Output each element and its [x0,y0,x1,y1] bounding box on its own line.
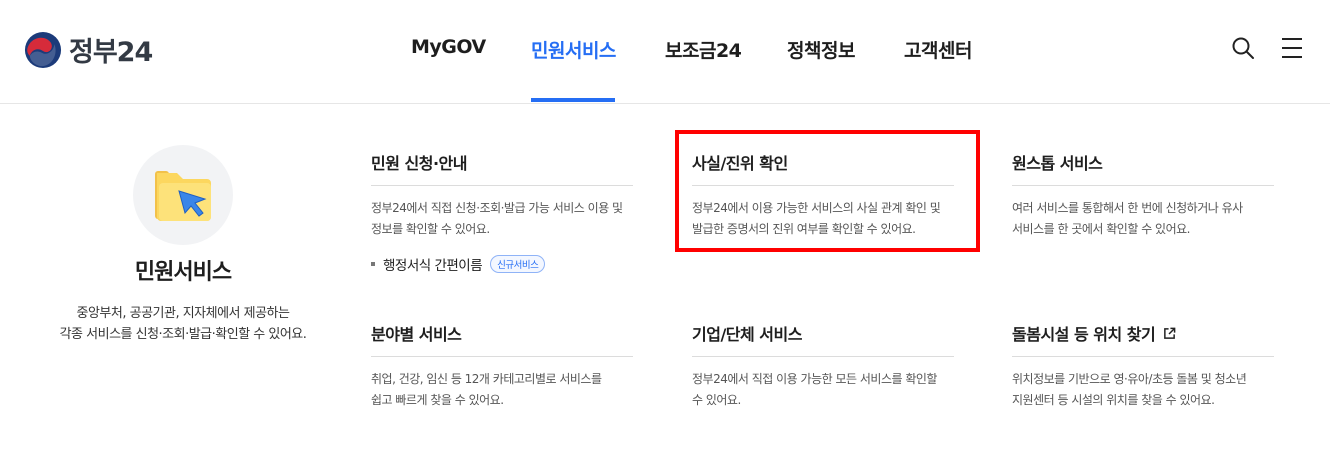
card-desc-line: 정보를 확인할 수 있어요. [371,222,490,236]
sub-item-label: 행정서식 간편이름 [383,258,483,274]
card-fact-verification: 사실/진위 확인 정부24에서 이용 가능한 서비스의 사실 관계 확인 및 발… [692,150,954,240]
card-desc-line: 발급한 증명서의 진위 여부를 확인할 수 있어요. [692,222,916,236]
card-desc-line: 정부24에서 직접 이용 가능한 모든 서비스를 확인할 [692,372,937,386]
card-title[interactable]: 민원 신청·안내 [371,150,633,186]
header: 정부24 MyGOV 민원서비스 보조금24 정책정보 고객센터 [0,0,1330,104]
nav-item-mygov[interactable]: MyGOV [411,36,486,58]
card-title[interactable]: 원스톱 서비스 [1012,150,1274,186]
card-desc-line: 지원센터 등 시설의 위치를 찾을 수 있어요. [1012,393,1215,407]
card-desc-line: 정부24에서 이용 가능한 서비스의 사실 관계 확인 및 [692,201,941,215]
nav-item-subsidy[interactable]: 보조금24 [665,36,742,63]
card-desc-line: 취업, 건강, 임신 등 12개 카테고리별로 서비스를 [371,372,602,386]
card-desc-line: 정부24에서 직접 신청·조회·발급 가능 서비스 이용 및 [371,201,623,215]
nav-item-civil-service[interactable]: 민원서비스 [531,36,616,63]
card-desc-line: 수 있어요. [692,393,741,407]
card-title[interactable]: 사실/진위 확인 [692,150,954,186]
folder-arrow-icon [155,171,211,221]
active-tab-indicator [531,98,615,102]
bullet-icon [371,262,375,266]
card-title-text: 기업/단체 서비스 [692,325,802,344]
card-description: 정부24에서 직접 신청·조회·발급 가능 서비스 이용 및 정보를 확인할 수… [371,198,633,240]
search-icon[interactable] [1231,36,1255,60]
card-description: 취업, 건강, 임신 등 12개 카테고리별로 서비스를 쉽고 빠르게 찾을 수… [371,369,633,411]
external-link-icon [1164,327,1176,339]
card-title[interactable]: 기업/단체 서비스 [692,321,954,357]
card-title-text: 돌봄시설 등 위치 찾기 [1012,325,1156,344]
card-description: 정부24에서 직접 이용 가능한 모든 서비스를 확인할 수 있어요. [692,369,954,411]
sub-item-form-simple-name[interactable]: 행정서식 간편이름 신규서비스 [371,254,633,274]
card-description: 위치정보를 기반으로 영·유아/초등 돌봄 및 청소년 지원센터 등 시설의 위… [1012,369,1274,411]
card-desc-line: 위치정보를 기반으로 영·유아/초등 돌봄 및 청소년 [1012,372,1247,386]
intro-title: 민원서비스 [134,260,232,285]
card-title-text: 분야별 서비스 [371,325,462,344]
nav-item-customer-center[interactable]: 고객센터 [904,36,972,63]
card-title-text: 사실/진위 확인 [692,154,788,173]
intro-illustration [133,145,233,245]
intro-desc-line: 중앙부처, 공공기관, 지자체에서 제공하는 [76,306,290,321]
card-desc-line: 서비스를 한 곳에서 확인할 수 있어요. [1012,222,1191,236]
card-title-text: 민원 신청·안내 [371,154,467,173]
intro-description: 중앙부처, 공공기관, 지자체에서 제공하는 각종 서비스를 신청·조회·발급·… [0,303,366,345]
menu-icon[interactable] [1280,36,1304,60]
main-nav: MyGOV 민원서비스 보조금24 정책정보 고객센터 [0,0,1330,104]
card-title-text: 원스톱 서비스 [1012,154,1103,173]
nav-item-policy[interactable]: 정책정보 [787,36,855,63]
new-service-badge: 신규서비스 [490,255,546,273]
card-business-service: 기업/단체 서비스 정부24에서 직접 이용 가능한 모든 서비스를 확인할 수… [692,321,954,411]
card-desc-line: 여러 서비스를 통합해서 한 번에 신청하거나 유사 [1012,201,1243,215]
card-category-service: 분야별 서비스 취업, 건강, 임신 등 12개 카테고리별로 서비스를 쉽고 … [371,321,633,411]
card-title[interactable]: 돌봄시설 등 위치 찾기 [1012,321,1274,357]
card-care-facility-locator: 돌봄시설 등 위치 찾기 위치정보를 기반으로 영·유아/초등 돌봄 및 청소년… [1012,321,1274,411]
card-onestop-service: 원스톱 서비스 여러 서비스를 통합해서 한 번에 신청하거나 유사 서비스를 … [1012,150,1274,240]
card-description: 정부24에서 이용 가능한 서비스의 사실 관계 확인 및 발급한 증명서의 진… [692,198,954,240]
card-title[interactable]: 분야별 서비스 [371,321,633,357]
card-description: 여러 서비스를 통합해서 한 번에 신청하거나 유사 서비스를 한 곳에서 확인… [1012,198,1274,240]
intro-desc-line: 각종 서비스를 신청·조회·발급·확인할 수 있어요. [59,327,307,342]
card-civil-application: 민원 신청·안내 정부24에서 직접 신청·조회·발급 가능 서비스 이용 및 … [371,150,633,274]
card-desc-line: 쉽고 빠르게 찾을 수 있어요. [371,393,504,407]
